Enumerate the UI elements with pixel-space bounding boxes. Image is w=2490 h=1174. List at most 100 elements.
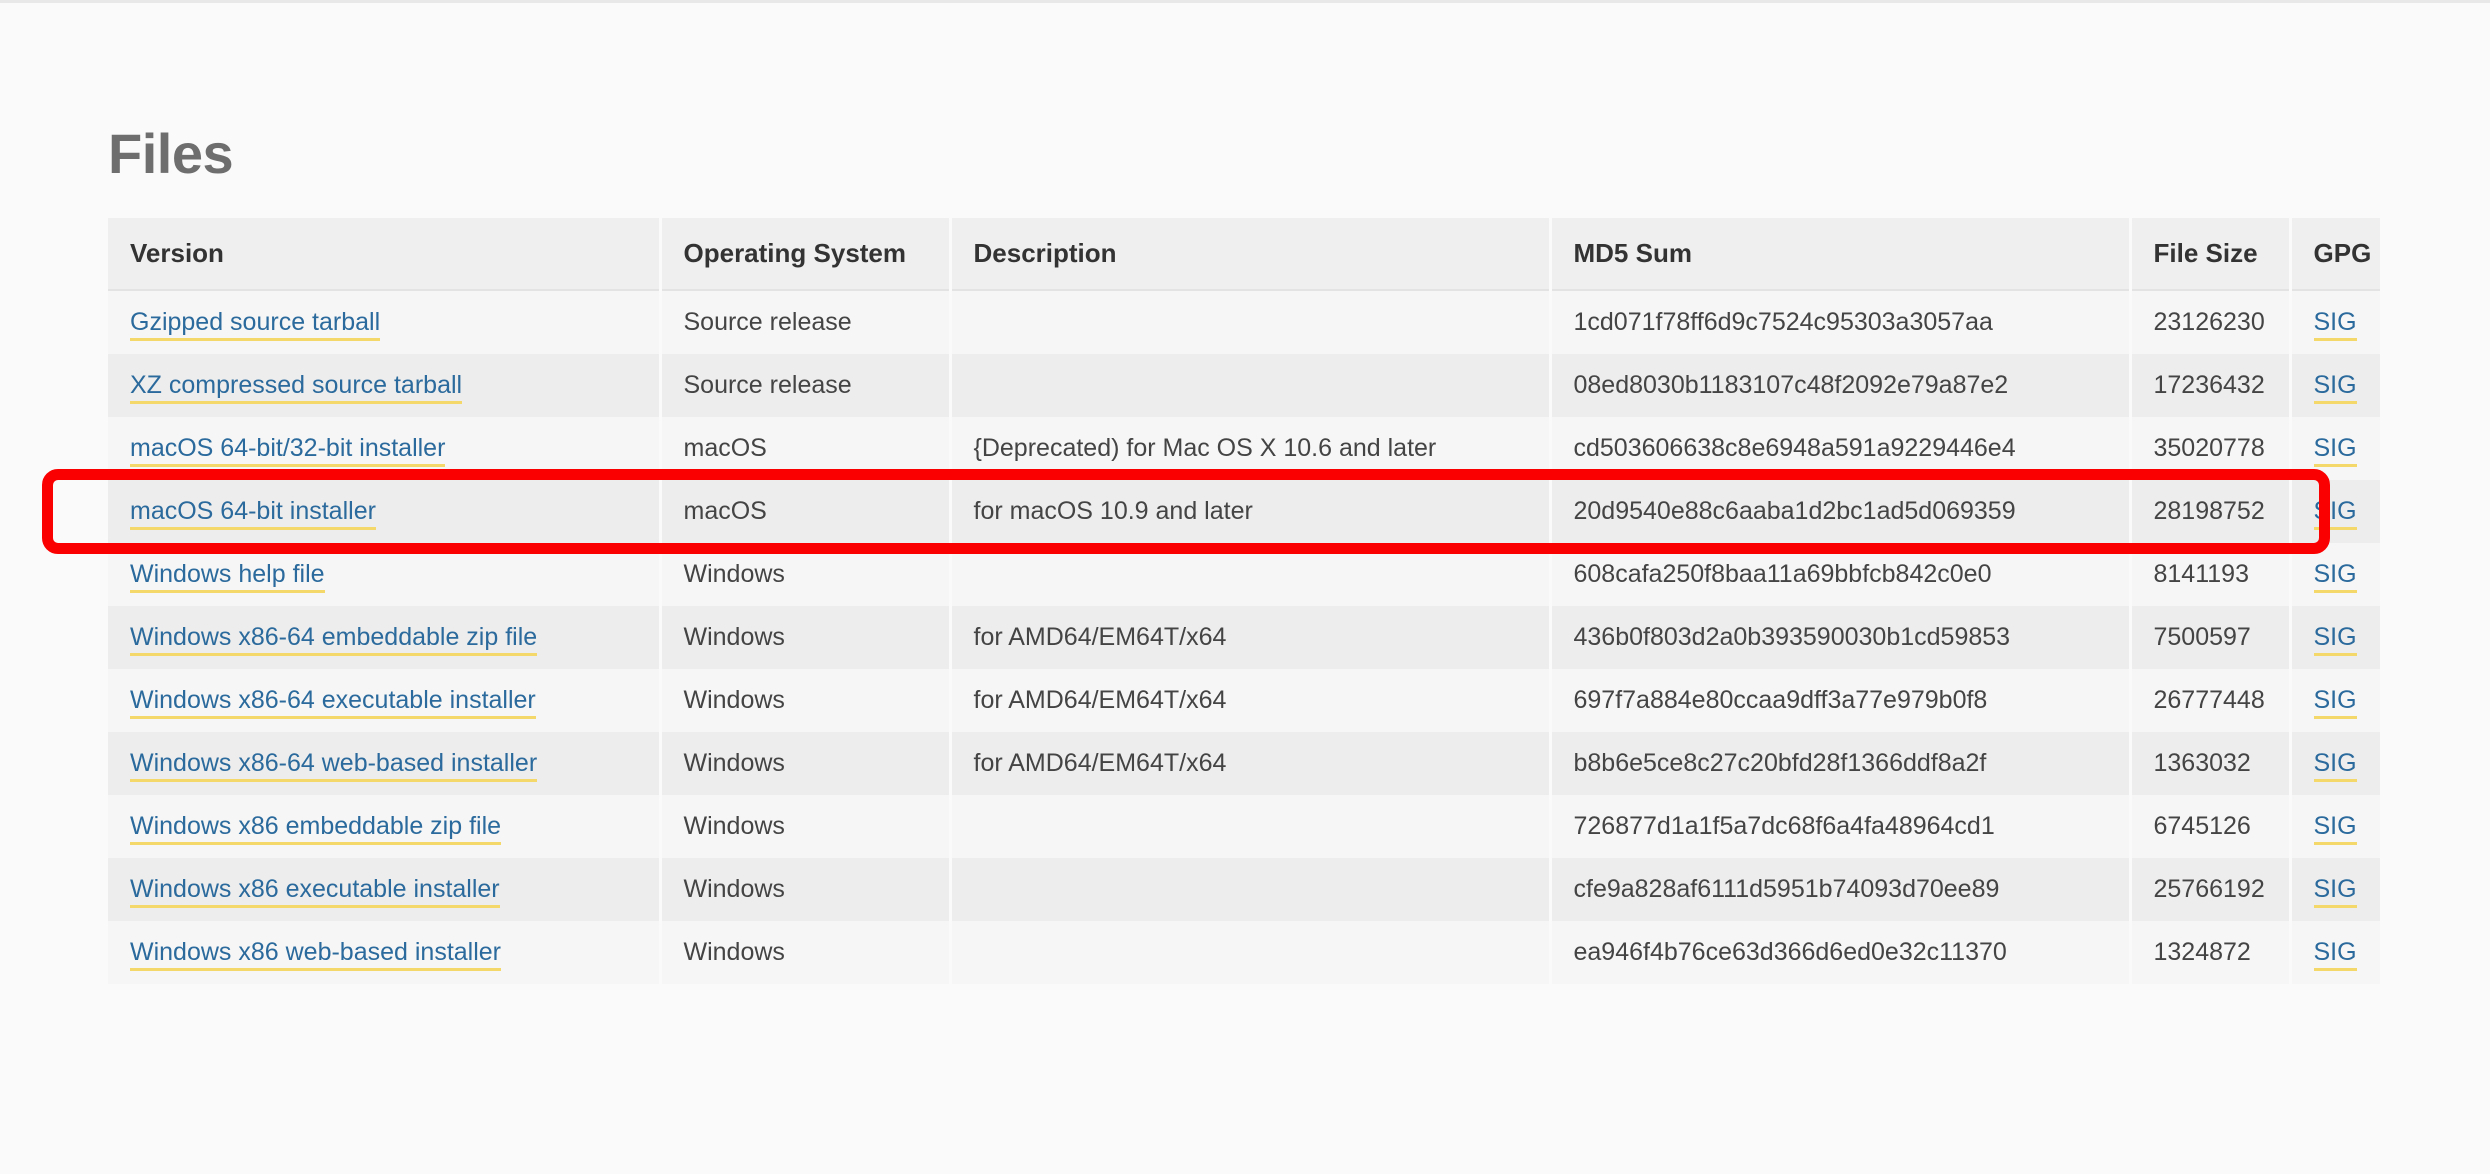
cell-description bbox=[950, 354, 1552, 417]
version-download-link[interactable]: Windows x86-64 web-based installer bbox=[130, 749, 538, 782]
page-top-rule bbox=[0, 0, 2490, 3]
table-row: Windows x86-64 web-based installer Window… bbox=[108, 732, 2380, 795]
cell-version: macOS 64-bit installer bbox=[108, 480, 662, 543]
cell-size: 1324872 bbox=[2130, 921, 2292, 984]
cell-gpg: SIG bbox=[2290, 669, 2380, 732]
sig-link[interactable]: SIG bbox=[2313, 560, 2357, 593]
cell-size: 7500597 bbox=[2130, 606, 2292, 669]
cell-version: Windows x86-64 web-based installer bbox=[108, 732, 662, 795]
column-header-version: Version bbox=[108, 218, 662, 291]
cell-size: 17236432 bbox=[2130, 354, 2292, 417]
version-download-link[interactable]: Windows x86 embeddable zip file bbox=[130, 812, 502, 845]
cell-os: macOS bbox=[660, 480, 952, 543]
cell-os: Source release bbox=[660, 354, 952, 417]
cell-md5: 608cafa250f8baa11a69bbfcb842c0e0 bbox=[1550, 543, 2132, 606]
cell-md5: cd503606638c8e6948a591a9229446e4 bbox=[1550, 417, 2132, 480]
cell-size: 1363032 bbox=[2130, 732, 2292, 795]
cell-size: 8141193 bbox=[2130, 543, 2292, 606]
sig-link[interactable]: SIG bbox=[2313, 434, 2357, 467]
cell-gpg: SIG bbox=[2290, 290, 2380, 354]
column-header-description: Description bbox=[950, 218, 1552, 291]
cell-version: Windows x86 embeddable zip file bbox=[108, 795, 662, 858]
cell-md5: b8b6e5ce8c27c20bfd28f1366ddf8a2f bbox=[1550, 732, 2132, 795]
column-header-gpg: GPG bbox=[2290, 218, 2380, 291]
sig-link[interactable]: SIG bbox=[2313, 497, 2357, 530]
cell-gpg: SIG bbox=[2290, 354, 2380, 417]
version-download-link[interactable]: Windows x86-64 executable installer bbox=[130, 686, 536, 719]
files-table-header: Version Operating System Description MD5 Su… bbox=[108, 218, 2380, 291]
cell-gpg: SIG bbox=[2290, 480, 2380, 543]
cell-version: Windows x86-64 executable installer bbox=[108, 669, 662, 732]
sig-link[interactable]: SIG bbox=[2313, 623, 2357, 656]
cell-md5: 436b0f803d2a0b393590030b1cd59853 bbox=[1550, 606, 2132, 669]
table-row: Windows x86 web-based installer Windows ea… bbox=[108, 921, 2380, 984]
files-table-body: Gzipped source tarball Source release 1cd0… bbox=[108, 290, 2380, 984]
sig-link[interactable]: SIG bbox=[2313, 938, 2357, 971]
sig-link[interactable]: SIG bbox=[2313, 875, 2357, 908]
cell-gpg: SIG bbox=[2290, 858, 2380, 921]
cell-description: for AMD64/EM64T/x64 bbox=[950, 606, 1552, 669]
version-download-link[interactable]: Windows x86 web-based installer bbox=[130, 938, 502, 971]
table-row: Windows x86-64 embeddable zip file Window… bbox=[108, 606, 2380, 669]
cell-md5: 697f7a884e80ccaa9dff3a77e979b0f8 bbox=[1550, 669, 2132, 732]
cell-md5: ea946f4b76ce63d366d6ed0e32c11370 bbox=[1550, 921, 2132, 984]
column-header-md5: MD5 Sum bbox=[1550, 218, 2132, 291]
cell-description bbox=[950, 795, 1552, 858]
cell-gpg: SIG bbox=[2290, 795, 2380, 858]
table-row: Windows x86 executable installer Windows c… bbox=[108, 858, 2380, 921]
cell-version: Windows help file bbox=[108, 543, 662, 606]
sig-link[interactable]: SIG bbox=[2313, 686, 2357, 719]
cell-md5: 20d9540e88c6aaba1d2bc1ad5d069359 bbox=[1550, 480, 2132, 543]
sig-link[interactable]: SIG bbox=[2313, 371, 2357, 404]
cell-description bbox=[950, 858, 1552, 921]
cell-description bbox=[950, 921, 1552, 984]
cell-os: Windows bbox=[660, 795, 952, 858]
cell-gpg: SIG bbox=[2290, 606, 2380, 669]
version-download-link[interactable]: macOS 64-bit installer bbox=[130, 497, 376, 530]
cell-description: {Deprecated) for Mac OS X 10.6 and later bbox=[950, 417, 1552, 480]
cell-os: Windows bbox=[660, 921, 952, 984]
cell-md5: cfe9a828af6111d5951b74093d70ee89 bbox=[1550, 858, 2132, 921]
cell-os: Windows bbox=[660, 732, 952, 795]
table-row: Windows x86 embeddable zip file Windows 72… bbox=[108, 795, 2380, 858]
cell-size: 26777448 bbox=[2130, 669, 2292, 732]
cell-version: XZ compressed source tarball bbox=[108, 354, 662, 417]
version-download-link[interactable]: Windows x86 executable installer bbox=[130, 875, 500, 908]
table-row: Windows x86-64 executable installer Windo… bbox=[108, 669, 2380, 732]
cell-version: macOS 64-bit/32-bit installer bbox=[108, 417, 662, 480]
table-row: Gzipped source tarball Source release 1cd0… bbox=[108, 290, 2380, 354]
version-download-link[interactable]: Windows help file bbox=[130, 560, 325, 593]
cell-os: macOS bbox=[660, 417, 952, 480]
cell-description bbox=[950, 543, 1552, 606]
cell-size: 6745126 bbox=[2130, 795, 2292, 858]
version-download-link[interactable]: Windows x86-64 embeddable zip file bbox=[130, 623, 538, 656]
cell-size: 25766192 bbox=[2130, 858, 2292, 921]
cell-os: Windows bbox=[660, 858, 952, 921]
cell-os: Windows bbox=[660, 606, 952, 669]
cell-version: Windows x86 executable installer bbox=[108, 858, 662, 921]
files-table-container: Version Operating System Description MD5 Su… bbox=[108, 218, 2380, 984]
sig-link[interactable]: SIG bbox=[2313, 749, 2357, 782]
cell-description bbox=[950, 290, 1552, 354]
cell-description: for AMD64/EM64T/x64 bbox=[950, 732, 1552, 795]
sig-link[interactable]: SIG bbox=[2313, 308, 2357, 341]
table-row: XZ compressed source tarball Source relea… bbox=[108, 354, 2380, 417]
version-download-link[interactable]: XZ compressed source tarball bbox=[130, 371, 463, 404]
cell-os: Source release bbox=[660, 290, 952, 354]
version-download-link[interactable]: Gzipped source tarball bbox=[130, 308, 381, 341]
files-table: Version Operating System Description MD5 Su… bbox=[108, 218, 2380, 984]
cell-gpg: SIG bbox=[2290, 417, 2380, 480]
version-download-link[interactable]: macOS 64-bit/32-bit installer bbox=[130, 434, 446, 467]
cell-gpg: SIG bbox=[2290, 732, 2380, 795]
cell-version: Gzipped source tarball bbox=[108, 290, 662, 354]
cell-gpg: SIG bbox=[2290, 921, 2380, 984]
cell-md5: 08ed8030b1183107c48f2092e79a87e2 bbox=[1550, 354, 2132, 417]
table-header-row: Version Operating System Description MD5 Su… bbox=[108, 218, 2380, 291]
cell-version: Windows x86 web-based installer bbox=[108, 921, 662, 984]
column-header-os: Operating System bbox=[660, 218, 952, 291]
table-row: Windows help file Windows 608cafa250f8baa1… bbox=[108, 543, 2380, 606]
cell-description: for AMD64/EM64T/x64 bbox=[950, 669, 1552, 732]
sig-link[interactable]: SIG bbox=[2313, 812, 2357, 845]
page-title: Files bbox=[108, 121, 234, 185]
cell-size: 23126230 bbox=[2130, 290, 2292, 354]
